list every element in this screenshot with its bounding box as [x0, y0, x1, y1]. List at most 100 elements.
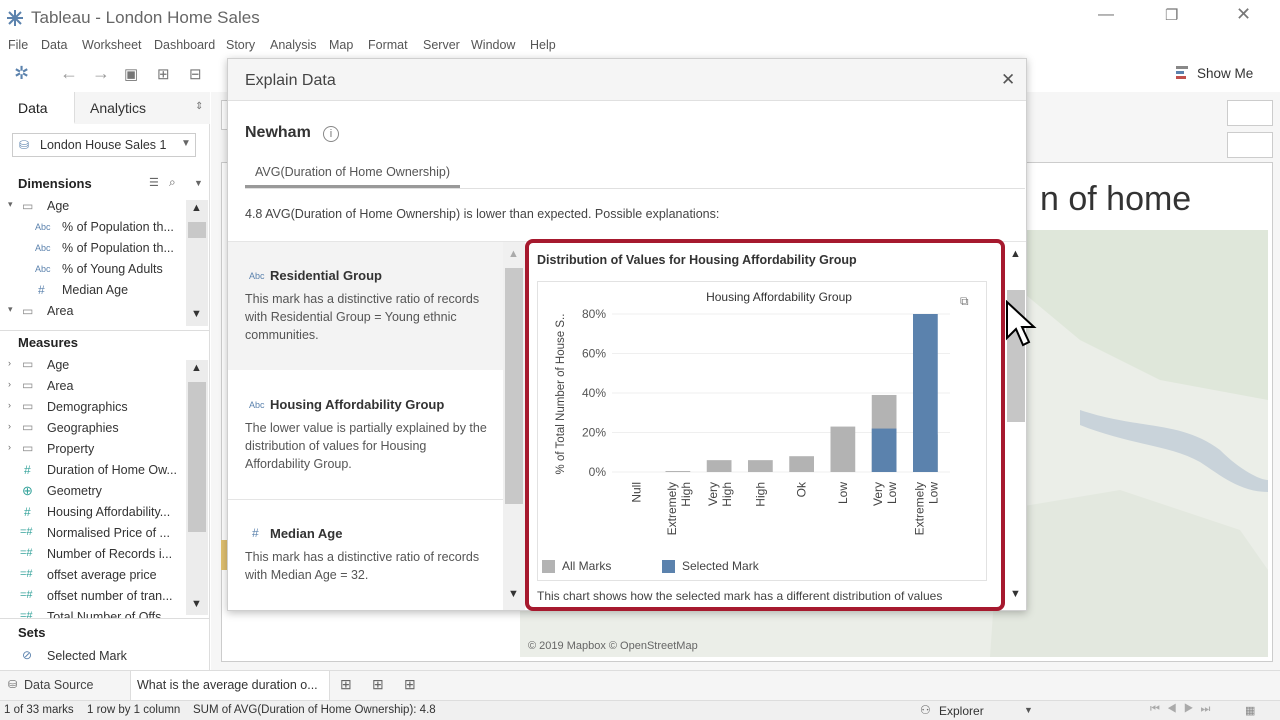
- scroll-up-icon[interactable]: ▲: [191, 202, 202, 214]
- bar-all-marks: [706, 460, 732, 472]
- dimensions-menu-icon[interactable]: ▼: [194, 178, 203, 188]
- list-item[interactable]: Property: [47, 442, 94, 456]
- list-item[interactable]: Demographics: [47, 400, 128, 414]
- grid-view-icon[interactable]: ▦: [1245, 704, 1255, 717]
- tab-data-source[interactable]: Data Source: [24, 678, 93, 692]
- tab-analytics[interactable]: Analytics: [90, 100, 146, 116]
- list-item[interactable]: Selected Mark: [47, 649, 127, 663]
- scroll-down-icon[interactable]: ▼: [508, 588, 519, 600]
- sheet-navigation-icons[interactable]: ⏮◀▶⏭: [1150, 703, 1217, 716]
- folder-icon: ▭: [22, 304, 34, 318]
- list-item[interactable]: offset number of tran...: [47, 589, 173, 603]
- scroll-up-icon[interactable]: ▲: [508, 248, 519, 260]
- y-tick-label: 0%: [589, 465, 607, 479]
- scroll-up-icon[interactable]: ▲: [1010, 248, 1021, 260]
- list-item[interactable]: Age: [47, 199, 69, 213]
- datasource-select[interactable]: ⛁ London House Sales 1 ▼: [12, 133, 196, 157]
- pause-icon[interactable]: ⊟: [189, 65, 202, 83]
- tab-measure[interactable]: AVG(Duration of Home Ownership): [255, 165, 450, 179]
- calc-number-icon: =#: [20, 610, 33, 618]
- number-icon: #: [24, 505, 31, 519]
- menu-map[interactable]: Map: [329, 38, 353, 52]
- set-icon: ⊘: [22, 648, 33, 662]
- menu-dashboard[interactable]: Dashboard: [154, 38, 215, 52]
- close-window-icon[interactable]: ✕: [1236, 4, 1251, 25]
- y-tick-label: 40%: [582, 386, 606, 400]
- user-role[interactable]: Explorer: [939, 704, 984, 718]
- minimize-icon[interactable]: —: [1098, 6, 1114, 24]
- menu-file[interactable]: File: [8, 38, 28, 52]
- legend-swatch-selected: [662, 560, 675, 573]
- list-item[interactable]: Number of Records i...: [47, 547, 172, 561]
- explanation-item[interactable]: Abc Housing Affordability Group The lowe…: [228, 371, 503, 499]
- menu-server[interactable]: Server: [423, 38, 460, 52]
- measures-header: Measures: [18, 335, 78, 350]
- number-icon: #: [38, 283, 45, 297]
- list-item[interactable]: % of Population th...: [62, 220, 174, 234]
- title-bar: Tableau - London Home Sales — ❐ ✕: [0, 0, 1280, 36]
- measures-scrollbar[interactable]: ▲ ▼: [186, 360, 208, 615]
- menu-analysis[interactable]: Analysis: [270, 38, 317, 52]
- data-pane: Data Analytics ⇕ ⛁ London House Sales 1 …: [0, 92, 210, 670]
- back-icon[interactable]: ←: [60, 63, 78, 84]
- show-me-button[interactable]: Show Me: [1197, 66, 1253, 81]
- save-icon[interactable]: ▣: [124, 65, 138, 83]
- scroll-up-icon[interactable]: ▲: [191, 362, 202, 374]
- close-icon[interactable]: ✕: [1001, 70, 1015, 90]
- list-item[interactable]: % of Young Adults: [62, 262, 163, 276]
- list-item[interactable]: Duration of Home Ow...: [47, 463, 177, 477]
- list-item[interactable]: Age: [47, 358, 69, 372]
- explain-data-dialog: Explain Data ✕ Newham i AVG(Duration of …: [227, 58, 1027, 611]
- abc-icon: Abc: [35, 264, 51, 274]
- scroll-down-icon[interactable]: ▼: [191, 598, 202, 610]
- new-sheet-icon[interactable]: ⊞: [340, 676, 352, 693]
- sheet-tabs-bar: ⛁ Data Source What is the average durati…: [0, 670, 1280, 700]
- sort-icon[interactable]: ⇕: [195, 101, 203, 112]
- menu-help[interactable]: Help: [530, 38, 556, 52]
- scroll-down-icon[interactable]: ▼: [1010, 588, 1021, 600]
- forward-icon[interactable]: →: [92, 63, 110, 84]
- collapse-icon[interactable]: ▾: [8, 304, 13, 315]
- explanation-item[interactable]: # Median Age This mark has a distinctive…: [228, 500, 503, 610]
- measures-list: › ▭ Age › ▭ Area › ▭ Demographics › ▭ Geogra…: [0, 356, 185, 618]
- pane-tabs: Data Analytics ⇕: [0, 92, 210, 124]
- folder-icon: ▭: [22, 199, 34, 213]
- list-item[interactable]: Area: [47, 379, 73, 393]
- menu-bar: File Data Worksheet Dashboard Story Anal…: [0, 36, 1280, 56]
- list-item[interactable]: % of Population th...: [62, 241, 174, 255]
- collapse-icon[interactable]: ▾: [8, 199, 13, 210]
- menu-format[interactable]: Format: [368, 38, 408, 52]
- status-bar: 1 of 33 marks 1 row by 1 column SUM of A…: [0, 700, 1280, 720]
- tableau-home-icon[interactable]: ✲: [14, 63, 29, 84]
- scroll-down-icon[interactable]: ▼: [191, 308, 202, 320]
- list-item[interactable]: Area: [47, 304, 73, 318]
- new-datasource-icon[interactable]: ⊞: [157, 65, 170, 83]
- list-item[interactable]: Median Age: [62, 283, 128, 297]
- explanations-scrollbar[interactable]: ▲ ▼: [503, 242, 525, 610]
- list-item[interactable]: Geometry: [47, 484, 102, 498]
- menu-data[interactable]: Data: [41, 38, 67, 52]
- datasource-icon: ⛁: [8, 679, 18, 691]
- dimensions-scrollbar[interactable]: ▲ ▼: [186, 200, 208, 326]
- restore-icon[interactable]: ❐: [1165, 6, 1178, 24]
- chevron-down-icon[interactable]: ▼: [1024, 705, 1033, 715]
- menu-story[interactable]: Story: [226, 38, 255, 52]
- new-story-icon[interactable]: ⊞: [404, 676, 416, 693]
- menu-worksheet[interactable]: Worksheet: [82, 38, 142, 52]
- list-item[interactable]: offset average price: [47, 568, 157, 582]
- list-item[interactable]: Total Number of Offs...: [47, 610, 172, 618]
- explanation-item[interactable]: Abc Residential Group This mark has a di…: [228, 242, 503, 370]
- list-item[interactable]: Housing Affordability...: [47, 505, 170, 519]
- search-icon[interactable]: ⌕: [169, 175, 176, 190]
- new-dashboard-icon[interactable]: ⊞: [372, 676, 384, 693]
- tab-sheet[interactable]: What is the average duration o...: [137, 678, 318, 692]
- list-item[interactable]: Normalised Price of ...: [47, 526, 170, 540]
- show-me-icon: [1176, 66, 1190, 82]
- list-item[interactable]: Geographies: [47, 421, 119, 435]
- calc-number-icon: =#: [20, 526, 33, 538]
- tab-data[interactable]: Data: [18, 100, 48, 116]
- menu-window[interactable]: Window: [471, 38, 515, 52]
- sheet-title: n of home: [1040, 180, 1192, 218]
- info-icon[interactable]: i: [323, 126, 339, 142]
- list-view-icon[interactable]: ☰: [149, 176, 159, 189]
